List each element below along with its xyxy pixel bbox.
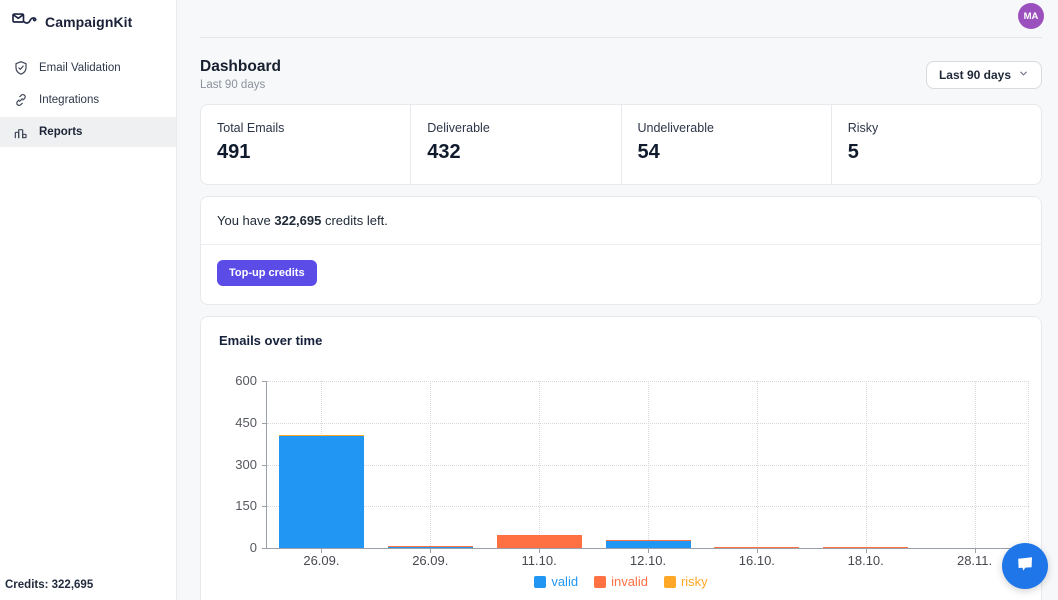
user-avatar[interactable]: MA bbox=[1018, 3, 1044, 29]
chart-legend: valid invalid risky bbox=[201, 574, 1041, 589]
bar-segment-valid bbox=[605, 540, 691, 548]
gridline-vertical bbox=[974, 381, 976, 548]
bar-segment-invalid bbox=[496, 535, 582, 548]
sidebar-credits-footer: Credits: 322,695 bbox=[5, 579, 94, 591]
chat-launcher-button[interactable] bbox=[1002, 543, 1048, 589]
main-area: MA Dashboard Last 90 days Last 90 days T… bbox=[177, 0, 1058, 600]
stats-row: Total Emails 491 Deliverable 432 Undeliverab… bbox=[200, 104, 1042, 185]
legend-item-risky[interactable]: risky bbox=[663, 574, 708, 589]
x-axis-label: 26.09. bbox=[303, 553, 340, 568]
app-name: CampaignKit bbox=[45, 14, 133, 30]
bar-2609-1[interactable] bbox=[387, 545, 473, 548]
stat-card-risky: Risky 5 bbox=[830, 105, 1041, 184]
stat-label: Risky bbox=[847, 121, 879, 135]
bar-chart-icon bbox=[13, 124, 29, 140]
stat-card-total-emails: Total Emails 491 bbox=[201, 105, 410, 184]
app-logo[interactable]: CampaignKit bbox=[0, 0, 176, 44]
gridline-vertical bbox=[648, 381, 649, 548]
gridline-vertical bbox=[1028, 381, 1029, 548]
top-up-credits-button[interactable]: Top-up credits bbox=[217, 260, 317, 286]
chart-plot-area: 0 150 300 450 600 26.09. 26.09. 11.10. 12.10. 16.… bbox=[235, 374, 1029, 568]
sidebar-item-label: Email Validation bbox=[39, 62, 121, 74]
legend-swatch-invalid bbox=[594, 575, 607, 588]
x-axis-label: 28.11. bbox=[956, 553, 993, 568]
sidebar-item-label: Reports bbox=[39, 126, 83, 138]
x-axis-label: 26.09. bbox=[412, 553, 449, 568]
y-axis-tick bbox=[262, 506, 267, 508]
chevron-down-icon bbox=[1018, 68, 1029, 82]
date-range-dropdown[interactable]: Last 90 days bbox=[925, 60, 1042, 89]
sidebar-item-reports[interactable]: Reports bbox=[0, 117, 176, 147]
stat-value: 491 bbox=[217, 141, 251, 163]
page-title: Dashboard bbox=[200, 58, 281, 75]
legend-item-valid[interactable]: valid bbox=[534, 574, 578, 589]
shield-check-icon bbox=[13, 60, 29, 76]
y-axis-label: 450 bbox=[235, 414, 257, 430]
x-axis-label: 18.10. bbox=[847, 553, 884, 568]
bar-segment-valid bbox=[278, 436, 364, 548]
stat-value: 54 bbox=[637, 141, 660, 163]
topbar: MA bbox=[200, 0, 1044, 38]
y-axis-tick bbox=[262, 548, 267, 549]
stat-card-undeliverable: Undeliverable 54 bbox=[620, 105, 831, 184]
sidebar: CampaignKit Email Validation Integrations… bbox=[0, 0, 177, 600]
mail-swoosh-icon bbox=[12, 11, 37, 33]
sidebar-item-email-validation[interactable]: Email Validation bbox=[0, 53, 176, 83]
sidebar-nav: Email Validation Integrations Reports bbox=[0, 53, 176, 147]
bar-segment-invalid bbox=[714, 547, 800, 548]
page-subtitle: Last 90 days bbox=[200, 79, 266, 91]
legend-item-invalid[interactable]: invalid bbox=[594, 574, 648, 589]
y-axis-tick bbox=[262, 464, 267, 466]
emails-over-time-chart: 0 150 300 450 600 26.09. 26.09. 11.10. 12.10. 16.… bbox=[235, 374, 1029, 568]
bar-1110-2[interactable] bbox=[496, 535, 582, 548]
legend-label: invalid bbox=[611, 574, 648, 589]
stat-value: 5 bbox=[847, 141, 859, 163]
gridline-vertical bbox=[865, 381, 867, 548]
stat-value: 432 bbox=[427, 141, 461, 163]
stat-label: Total Emails bbox=[217, 121, 285, 135]
x-axis-label: 12.10. bbox=[629, 553, 667, 568]
y-axis-label: 0 bbox=[249, 540, 257, 555]
legend-label: valid bbox=[551, 574, 579, 589]
link-icon bbox=[13, 92, 29, 108]
bar-2609-0[interactable] bbox=[278, 435, 364, 548]
bar-segment-valid bbox=[387, 546, 473, 548]
y-axis-label: 600 bbox=[235, 373, 257, 388]
credits-card: You have 322,695 credits left. Top-up cr… bbox=[200, 196, 1042, 305]
y-axis-tick bbox=[262, 422, 267, 424]
sidebar-item-label: Integrations bbox=[39, 94, 100, 106]
legend-label: risky bbox=[680, 574, 708, 589]
emails-over-time-card: Emails over time 0 150 300 450 600 26.09. 26.0… bbox=[200, 316, 1042, 600]
stat-label: Deliverable bbox=[427, 121, 490, 135]
bar-1610-4[interactable] bbox=[714, 547, 800, 548]
x-axis-label: 11.10. bbox=[521, 553, 557, 568]
y-axis-label: 150 bbox=[235, 498, 257, 514]
chat-bubble-icon bbox=[1013, 552, 1037, 581]
gridline-vertical bbox=[430, 381, 432, 548]
bar-1210-3[interactable] bbox=[605, 539, 691, 548]
y-axis-tick bbox=[262, 381, 267, 382]
legend-swatch-valid bbox=[534, 575, 547, 588]
date-range-label: Last 90 days bbox=[938, 67, 1011, 82]
gridline-vertical bbox=[756, 381, 758, 548]
gridline-vertical bbox=[539, 381, 541, 548]
page-header: Dashboard Last 90 days Last 90 days bbox=[200, 58, 1042, 91]
bar-1810-5[interactable] bbox=[823, 547, 909, 548]
sidebar-item-integrations[interactable]: Integrations bbox=[0, 85, 176, 115]
x-axis-label: 16.10. bbox=[738, 553, 775, 568]
bar-segment-invalid bbox=[823, 547, 909, 548]
stat-card-deliverable: Deliverable 432 bbox=[410, 105, 620, 184]
credits-amount: 322,695 bbox=[274, 213, 322, 228]
y-axis-label: 300 bbox=[235, 456, 257, 472]
chart-title: Emails over time bbox=[219, 333, 323, 348]
credits-message: You have 322,695 credits left. bbox=[201, 197, 1041, 245]
stat-label: Undeliverable bbox=[637, 121, 714, 135]
legend-swatch-risky bbox=[663, 575, 676, 588]
